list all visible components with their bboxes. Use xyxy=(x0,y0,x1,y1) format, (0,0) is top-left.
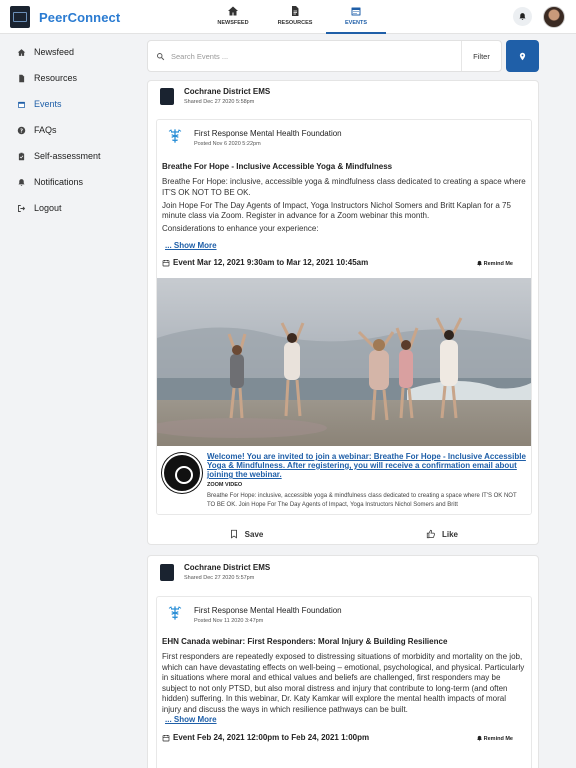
bell-icon xyxy=(519,13,526,20)
link-site: ZOOM VIDEO xyxy=(207,482,243,488)
avatar[interactable] xyxy=(543,6,565,28)
top-bar: PeerConnect NEWSFEED RESOURCES EVENTS xyxy=(0,0,576,34)
link-preview[interactable]: Welcome! You are invited to join a webin… xyxy=(157,446,531,514)
logout-icon xyxy=(18,204,26,212)
bell-icon xyxy=(18,178,25,186)
brand-name: PeerConnect xyxy=(39,9,121,25)
brand-logo xyxy=(10,6,30,28)
shared-date: Shared Dec 27 2020 5:58pm xyxy=(184,99,255,105)
event-description: First responders are repeatedly exposed … xyxy=(162,652,525,714)
hope-for-the-day-logo xyxy=(162,453,202,493)
notifications-button[interactable] xyxy=(513,7,532,26)
sidebar-item-resources[interactable]: Resources xyxy=(0,65,140,91)
tab-events[interactable]: EVENTS xyxy=(326,0,386,34)
search-input[interactable] xyxy=(171,51,451,61)
like-button[interactable]: Like xyxy=(344,521,538,544)
post-header: Cochrane District EMS Shared Dec 27 2020… xyxy=(160,87,270,105)
caduceus-icon xyxy=(168,606,182,620)
link-title[interactable]: Welcome! You are invited to join a webin… xyxy=(207,452,527,479)
question-circle-icon: ? xyxy=(17,126,26,134)
bookmark-icon xyxy=(230,529,237,539)
event-description: Breathe For Hope: inclusive, accessible … xyxy=(162,177,526,233)
posted-date: Posted Nov 6 2020 5:22pm xyxy=(194,141,261,147)
event-title: Breathe For Hope - Inclusive Accessible … xyxy=(162,162,393,171)
org-name[interactable]: First Response Mental Health Foundation xyxy=(194,606,342,615)
sidebar-item-notifications[interactable]: Notifications xyxy=(0,169,140,195)
sidebar-item-logout[interactable]: Logout xyxy=(0,195,140,221)
bell-icon xyxy=(476,260,482,267)
tab-newsfeed[interactable]: NEWSFEED xyxy=(203,0,263,34)
calendar-icon xyxy=(18,101,25,108)
poster-logo xyxy=(160,564,174,581)
post-header: Cochrane District EMS Shared Dec 27 2020… xyxy=(160,563,270,581)
event-date: Event Feb 24, 2021 12:00pm to Feb 24, 20… xyxy=(162,733,369,742)
show-more-link[interactable]: ... Show More xyxy=(165,241,217,250)
remind-me-button[interactable]: Remind Me xyxy=(476,735,513,742)
tab-resources[interactable]: RESOURCES xyxy=(265,0,325,34)
org-header: First Response Mental Health Foundation … xyxy=(167,605,342,624)
search-bar: Filter xyxy=(147,40,502,72)
posted-date: Posted Nov 11 2020 3:47pm xyxy=(194,618,264,624)
remind-me-button[interactable]: Remind Me xyxy=(476,260,513,267)
calendar-icon xyxy=(351,7,361,16)
sidebar-item-newsfeed[interactable]: Newsfeed xyxy=(0,39,140,65)
event-post-card: Cochrane District EMS Shared Dec 27 2020… xyxy=(147,80,539,545)
shared-event: First Response Mental Health Foundation … xyxy=(156,596,532,768)
event-post-card: Cochrane District EMS Shared Dec 27 2020… xyxy=(147,555,539,768)
calendar-icon xyxy=(162,259,170,266)
location-button[interactable] xyxy=(506,40,539,72)
calendar-icon xyxy=(162,734,170,741)
sidebar-item-events[interactable]: Events xyxy=(0,91,140,117)
filter-button[interactable]: Filter xyxy=(461,41,501,71)
document-icon xyxy=(292,6,299,16)
save-button[interactable]: Save xyxy=(148,521,344,544)
event-photo xyxy=(157,278,531,446)
event-date: Event Mar 12, 2021 9:30am to Mar 12, 202… xyxy=(162,258,368,267)
shared-event: First Response Mental Health Foundation … xyxy=(156,119,532,515)
brand[interactable]: PeerConnect xyxy=(10,6,120,28)
document-icon xyxy=(19,74,25,82)
org-name[interactable]: First Response Mental Health Foundation xyxy=(194,129,342,138)
shared-date: Shared Dec 27 2020 5:57pm xyxy=(184,575,255,581)
org-header: First Response Mental Health Foundation … xyxy=(167,128,342,147)
map-pin-icon xyxy=(519,52,526,60)
search-icon xyxy=(157,52,165,60)
home-icon xyxy=(17,48,26,56)
poster-logo xyxy=(160,88,174,105)
show-more-link[interactable]: ... Show More xyxy=(165,715,217,724)
poster-name[interactable]: Cochrane District EMS xyxy=(184,87,270,96)
caduceus-icon xyxy=(168,129,182,143)
home-icon xyxy=(228,6,238,16)
sidebar-item-faqs[interactable]: ? FAQs xyxy=(0,117,140,143)
yoga-beach-image xyxy=(157,278,531,446)
svg-text:?: ? xyxy=(20,128,23,134)
sidebar: Newsfeed Resources Events ? FAQs Self-as… xyxy=(0,35,140,221)
sidebar-item-self-assessment[interactable]: Self-assessment xyxy=(0,143,140,169)
event-title: EHN Canada webinar: First Responders: Mo… xyxy=(162,637,448,646)
poster-name[interactable]: Cochrane District EMS xyxy=(184,563,270,572)
link-description: Breathe For Hope: inclusive, accessible … xyxy=(207,493,517,508)
bell-icon xyxy=(476,735,482,742)
clipboard-icon xyxy=(18,152,25,160)
thumbs-up-icon xyxy=(426,529,435,539)
post-actions: Save Like xyxy=(148,521,538,544)
